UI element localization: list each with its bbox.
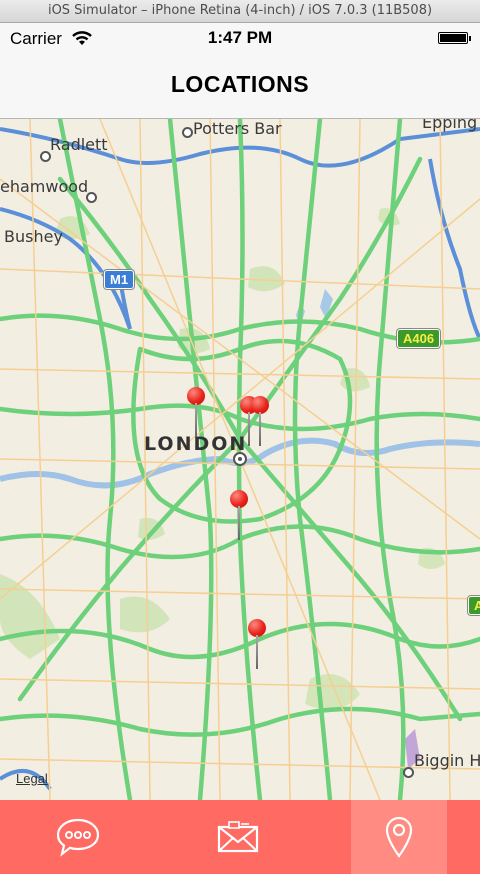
map-pin[interactable]	[230, 490, 250, 540]
map-label-radlett: Radlett	[50, 135, 108, 154]
town-marker	[403, 767, 414, 778]
map-pin[interactable]	[248, 619, 268, 669]
map-label-biggin-hill: Biggin H	[414, 751, 480, 770]
chat-bubble-icon	[56, 818, 100, 857]
town-marker	[182, 127, 193, 138]
navigation-bar: LOCATIONS	[0, 53, 480, 119]
tab-bar	[0, 800, 480, 874]
tab-mail[interactable]	[190, 800, 286, 874]
location-pin-icon	[385, 816, 413, 858]
map-label-epping: Epping	[422, 119, 478, 132]
map-pin[interactable]	[187, 387, 207, 437]
status-time: 1:47 PM	[207, 28, 273, 47]
legal-link[interactable]: Legal	[16, 771, 48, 786]
map-label-bushey: Bushey	[4, 227, 63, 246]
map-roads	[0, 119, 480, 800]
town-marker	[40, 151, 51, 162]
simulator-title-bar: iOS Simulator – iPhone Retina (4-inch) /…	[0, 0, 480, 23]
envelope-icon	[217, 821, 259, 853]
map-label-potters-bar: Potters Bar	[193, 119, 282, 138]
tab-locations[interactable]	[351, 800, 447, 874]
tab-chat[interactable]	[30, 800, 126, 874]
map-pin[interactable]	[251, 396, 271, 446]
road-shield-a406: A406	[397, 329, 441, 348]
battery-icon	[438, 32, 471, 44]
town-marker	[86, 192, 97, 203]
status-bar: Carrier 1:47 PM	[0, 23, 480, 53]
map-view[interactable]: Potters Bar Radlett ehamwood Bushey LOND…	[0, 119, 480, 800]
map-label-borehamwood: ehamwood	[0, 177, 89, 196]
road-shield-a: A	[468, 596, 480, 615]
page-title: LOCATIONS	[170, 71, 310, 97]
road-shield-m1: M1	[104, 270, 135, 289]
